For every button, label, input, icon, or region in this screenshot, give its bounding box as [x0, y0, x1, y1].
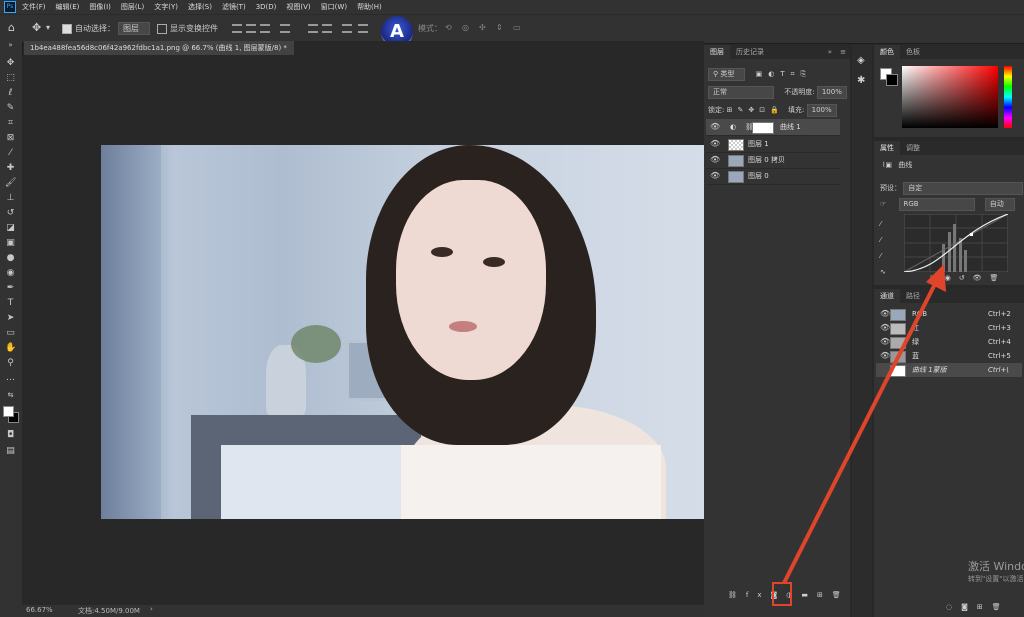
arrow-head-icon — [926, 264, 946, 292]
annotation-arrow — [782, 277, 940, 584]
foreground-color-swatch[interactable] — [3, 406, 14, 417]
watermark-line-1: 激活 Windows — [968, 560, 1024, 573]
annotation-overlay — [782, 264, 946, 584]
watermark-line-2: 转到"设置"以激活 — [968, 575, 1024, 583]
activation-watermark: 激活 Windows 转到"设置"以激活 — [968, 558, 1024, 584]
